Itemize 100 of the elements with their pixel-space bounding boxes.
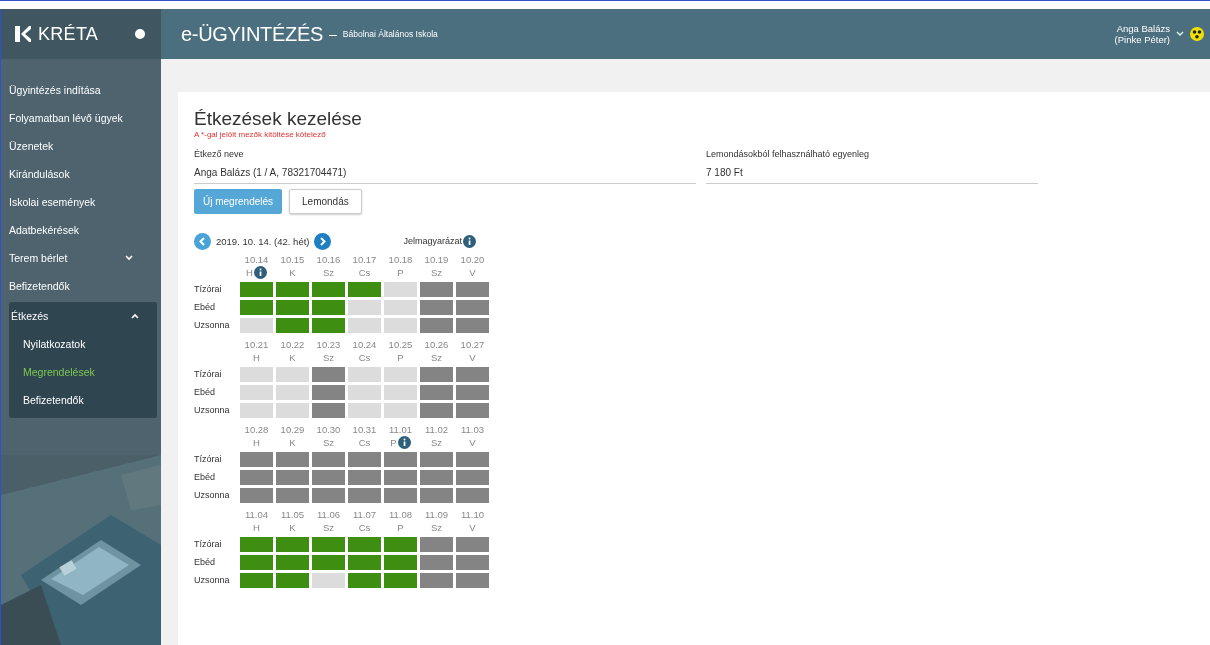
closed-cell[interactable] (276, 452, 309, 467)
closed-cell[interactable] (456, 300, 489, 315)
closed-cell[interactable] (456, 282, 489, 297)
closed-cell[interactable] (312, 403, 345, 418)
available-cell[interactable] (384, 318, 417, 333)
available-cell[interactable] (384, 367, 417, 382)
accessibility-icon[interactable] (1190, 27, 1204, 41)
ordered-cell[interactable] (276, 573, 309, 588)
available-cell[interactable] (240, 318, 273, 333)
closed-cell[interactable] (348, 488, 381, 503)
closed-cell[interactable] (420, 537, 453, 552)
closed-cell[interactable] (420, 385, 453, 400)
cancel-button[interactable]: Lemondás (289, 189, 362, 214)
closed-cell[interactable] (312, 367, 345, 382)
sidebar-subitem[interactable]: Befizetendők (9, 386, 157, 414)
sidebar-item[interactable]: Folyamatban lévő ügyek (1, 104, 161, 132)
info-icon[interactable] (397, 436, 411, 449)
closed-cell[interactable] (420, 488, 453, 503)
closed-cell[interactable] (420, 452, 453, 467)
closed-cell[interactable] (456, 488, 489, 503)
closed-cell[interactable] (456, 318, 489, 333)
closed-cell[interactable] (240, 488, 273, 503)
available-cell[interactable] (348, 385, 381, 400)
sidebar-item[interactable]: Étkezés (9, 302, 157, 330)
ordered-cell[interactable] (276, 537, 309, 552)
closed-cell[interactable] (312, 452, 345, 467)
legend-label[interactable]: Jelmagyarázat (403, 236, 462, 246)
available-cell[interactable] (312, 573, 345, 588)
closed-cell[interactable] (420, 282, 453, 297)
info-icon[interactable] (253, 266, 267, 279)
closed-cell[interactable] (240, 470, 273, 485)
sidebar-item[interactable]: Kirándulások (1, 160, 161, 188)
ordered-cell[interactable] (384, 537, 417, 552)
sidebar-subitem[interactable]: Megrendelések (9, 358, 157, 386)
available-cell[interactable] (240, 385, 273, 400)
chevron-down-icon[interactable] (1176, 31, 1184, 37)
available-cell[interactable] (348, 367, 381, 382)
closed-cell[interactable] (384, 470, 417, 485)
previous-week-button[interactable] (194, 232, 211, 250)
ordered-cell[interactable] (276, 282, 309, 297)
closed-cell[interactable] (456, 555, 489, 570)
available-cell[interactable] (384, 300, 417, 315)
available-cell[interactable] (384, 282, 417, 297)
ordered-cell[interactable] (348, 537, 381, 552)
ordered-cell[interactable] (312, 555, 345, 570)
closed-cell[interactable] (456, 537, 489, 552)
ordered-cell[interactable] (384, 573, 417, 588)
ordered-cell[interactable] (240, 282, 273, 297)
ordered-cell[interactable] (240, 300, 273, 315)
user-name[interactable]: Anga Balázs (1116, 23, 1170, 34)
available-cell[interactable] (276, 385, 309, 400)
sidebar-item[interactable]: Adatbekérések (1, 216, 161, 244)
available-cell[interactable] (240, 367, 273, 382)
closed-cell[interactable] (276, 470, 309, 485)
sidebar-item[interactable]: Befizetendők (1, 272, 161, 300)
closed-cell[interactable] (312, 385, 345, 400)
closed-cell[interactable] (384, 488, 417, 503)
closed-cell[interactable] (420, 555, 453, 570)
sidebar-item[interactable]: Üzenetek (1, 132, 161, 160)
closed-cell[interactable] (420, 403, 453, 418)
ordered-cell[interactable] (312, 282, 345, 297)
ordered-cell[interactable] (384, 555, 417, 570)
available-cell[interactable] (348, 318, 381, 333)
closed-cell[interactable] (456, 367, 489, 382)
available-cell[interactable] (276, 403, 309, 418)
ordered-cell[interactable] (348, 282, 381, 297)
closed-cell[interactable] (420, 470, 453, 485)
closed-cell[interactable] (384, 452, 417, 467)
info-icon[interactable] (463, 234, 476, 248)
ordered-cell[interactable] (276, 318, 309, 333)
input-field[interactable]: Anga Balázs (1 / A, 78321704471) (194, 167, 696, 184)
available-cell[interactable] (348, 403, 381, 418)
ordered-cell[interactable] (348, 555, 381, 570)
ordered-cell[interactable] (240, 573, 273, 588)
closed-cell[interactable] (348, 452, 381, 467)
ordered-cell[interactable] (312, 537, 345, 552)
closed-cell[interactable] (348, 470, 381, 485)
closed-cell[interactable] (456, 573, 489, 588)
ordered-cell[interactable] (276, 300, 309, 315)
closed-cell[interactable] (240, 452, 273, 467)
closed-cell[interactable] (420, 318, 453, 333)
sidebar-item[interactable]: Ügyintézés indítása (1, 76, 161, 104)
available-cell[interactable] (240, 403, 273, 418)
available-cell[interactable] (384, 385, 417, 400)
ordered-cell[interactable] (348, 573, 381, 588)
ordered-cell[interactable] (240, 555, 273, 570)
ordered-cell[interactable] (276, 555, 309, 570)
closed-cell[interactable] (456, 452, 489, 467)
closed-cell[interactable] (456, 470, 489, 485)
closed-cell[interactable] (456, 385, 489, 400)
closed-cell[interactable] (420, 573, 453, 588)
closed-cell[interactable] (456, 403, 489, 418)
closed-cell[interactable] (420, 300, 453, 315)
ordered-cell[interactable] (312, 318, 345, 333)
closed-cell[interactable] (276, 488, 309, 503)
ordered-cell[interactable] (312, 300, 345, 315)
sidebar-item[interactable]: Iskolai események (1, 188, 161, 216)
available-cell[interactable] (276, 367, 309, 382)
sidebar-subitem[interactable]: Nyilatkozatok (9, 330, 157, 358)
ordered-cell[interactable] (240, 537, 273, 552)
